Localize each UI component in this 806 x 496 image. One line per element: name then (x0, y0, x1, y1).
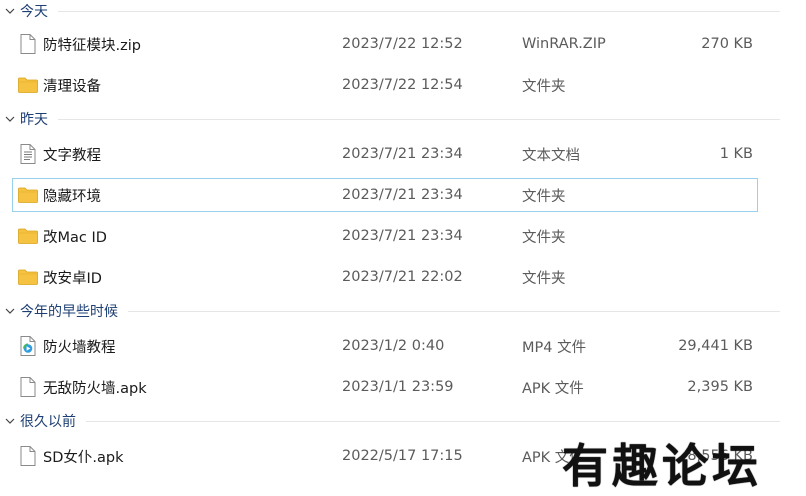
file-date: 2023/1/1 23:59 (342, 379, 454, 395)
folder-icon (17, 184, 39, 206)
group-header-earlier-this-year[interactable]: 今年的早些时候 (0, 300, 780, 322)
file-explorer-list: 今天 防特征模块.zip 2023/7/22 12:52 WinRAR.ZIP … (0, 0, 806, 496)
file-date: 2023/7/21 23:34 (342, 228, 463, 244)
text-file-icon (17, 143, 39, 165)
folder-row[interactable]: 清理设备 2023/7/22 12:54 文件夹 (12, 68, 758, 102)
file-type: 文件夹 (522, 229, 566, 246)
file-row[interactable]: 无敌防火墙.apk 2023/1/1 23:59 APK 文件 2,395 KB (12, 370, 758, 404)
chevron-down-icon[interactable] (0, 301, 20, 321)
file-type: WinRAR.ZIP (522, 36, 606, 52)
file-row[interactable]: 防火墙教程 2023/1/2 0:40 MP4 文件 29,441 KB (12, 329, 758, 363)
group-divider (128, 310, 780, 312)
folder-icon (17, 74, 39, 96)
chevron-down-icon[interactable] (0, 1, 20, 21)
file-date: 2023/7/21 23:34 (342, 187, 463, 203)
file-type: APK 文件 (522, 380, 584, 397)
file-date: 2023/7/21 23:34 (342, 146, 463, 162)
group-header-yesterday[interactable]: 昨天 (0, 108, 780, 130)
apk-file-icon (17, 376, 39, 398)
group-label: 很久以前 (20, 414, 76, 430)
folder-icon (17, 225, 39, 247)
group-label: 今天 (20, 4, 48, 20)
file-type: MP4 文件 (522, 339, 587, 356)
chevron-down-icon[interactable] (0, 109, 20, 129)
group-divider (58, 10, 780, 12)
folder-icon (17, 266, 39, 288)
file-size: 29,441 KB (678, 338, 753, 354)
file-name: 改安卓ID (43, 270, 102, 287)
group-header-today[interactable]: 今天 (0, 0, 780, 22)
file-size: 1 KB (719, 146, 753, 162)
watermark-logo: 有趣论坛 (562, 439, 762, 493)
folder-row[interactable]: 改安卓ID 2023/7/21 22:02 文件夹 (12, 260, 758, 294)
file-size: 2,395 KB (687, 379, 753, 395)
file-name: 隐藏环境 (43, 188, 101, 205)
file-name: 改Mac ID (43, 229, 107, 246)
file-date: 2023/7/21 22:02 (342, 269, 463, 285)
apk-file-icon (17, 445, 39, 467)
file-type: 文件夹 (522, 188, 566, 205)
group-label: 今年的早些时候 (20, 304, 118, 320)
file-date: 2023/7/22 12:52 (342, 36, 463, 52)
file-type: 文件夹 (522, 78, 566, 95)
file-name: SD女仆.apk (43, 449, 124, 466)
file-date: 2023/7/22 12:54 (342, 77, 463, 93)
folder-row-selected[interactable]: 隐藏环境 2023/7/21 23:34 文件夹 (12, 178, 758, 212)
video-file-icon (17, 335, 39, 357)
file-type: 文件夹 (522, 270, 566, 287)
file-date: 2023/1/2 0:40 (342, 338, 445, 354)
chevron-down-icon[interactable] (0, 411, 20, 431)
file-row[interactable]: 文字教程 2023/7/21 23:34 文本文档 1 KB (12, 137, 758, 171)
file-name: 防火墙教程 (43, 339, 116, 356)
group-header-long-ago[interactable]: 很久以前 (0, 410, 780, 432)
file-size: 270 KB (701, 36, 753, 52)
folder-row[interactable]: 改Mac ID 2023/7/21 23:34 文件夹 (12, 219, 758, 253)
file-row[interactable]: 防特征模块.zip 2023/7/22 12:52 WinRAR.ZIP 270… (12, 27, 758, 61)
group-label: 昨天 (20, 112, 48, 128)
file-name: 文字教程 (43, 147, 101, 164)
zip-file-icon (17, 33, 39, 55)
group-divider (86, 420, 780, 422)
file-type: 文本文档 (522, 147, 580, 164)
file-name: 清理设备 (43, 78, 101, 95)
file-date: 2022/5/17 17:15 (342, 448, 463, 464)
file-name: 无敌防火墙.apk (43, 380, 147, 397)
file-name: 防特征模块.zip (43, 37, 141, 54)
group-divider (58, 118, 780, 120)
